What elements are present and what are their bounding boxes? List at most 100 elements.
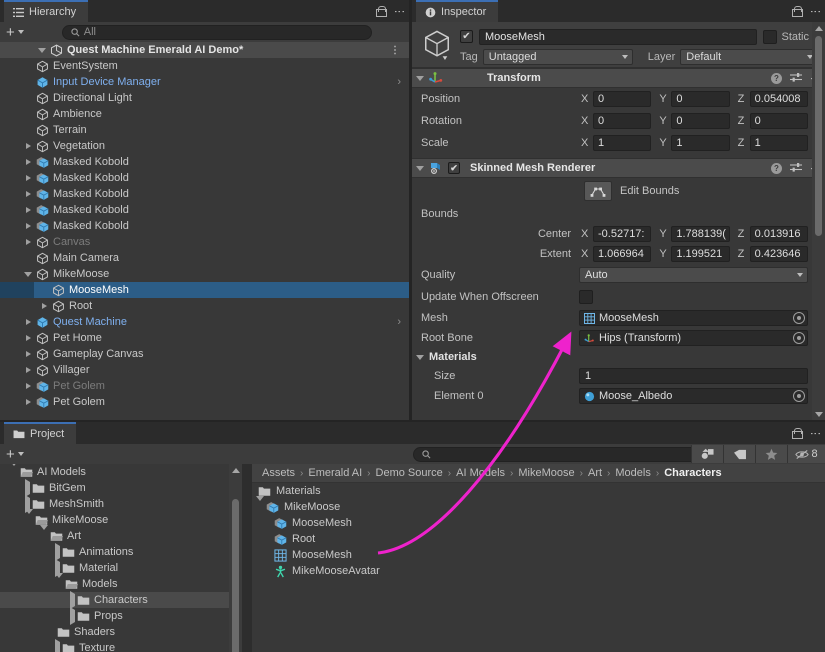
asset-label-icon[interactable] [691, 445, 723, 463]
scroll-up-icon[interactable] [814, 25, 823, 31]
tab-hierarchy[interactable]: Hierarchy [4, 0, 89, 22]
project-add-button[interactable]: + [0, 447, 24, 462]
element0-picker-icon[interactable] [793, 390, 805, 402]
chevron-right-icon[interactable] [25, 191, 31, 197]
foldout[interactable] [22, 367, 34, 373]
axis-z-field[interactable]: 0.054008 [749, 91, 808, 107]
chevron-down-icon[interactable] [10, 464, 18, 478]
chevron-down-icon[interactable] [40, 525, 48, 542]
chevron-down-icon[interactable] [25, 509, 33, 526]
foldout[interactable] [22, 159, 34, 165]
breadcrumb[interactable]: Assets › Emerald AI › Demo Source › AI Models ›… [252, 464, 825, 483]
hierarchy-row[interactable]: Masked Kobold [0, 154, 409, 170]
hierarchy-row[interactable]: EventSystem [0, 58, 409, 74]
breadcrumb-item[interactable]: Assets [262, 467, 295, 479]
breadcrumb-item[interactable]: Emerald AI [308, 467, 362, 479]
chevron-right-icon[interactable] [25, 367, 31, 373]
scene-menu-icon[interactable]: ⋮ [390, 45, 400, 56]
foldout[interactable] [22, 399, 34, 405]
project-folder-tree[interactable]: AI Models BitGem MeshSmith MikeMoose Art Anim… [0, 464, 242, 652]
chevron-right-icon[interactable] [25, 143, 31, 149]
breadcrumb-item[interactable]: AI Models [456, 467, 505, 479]
axis-z-field[interactable]: 0 [749, 113, 808, 129]
chevron-down-icon[interactable] [38, 47, 46, 53]
project-menu-icon[interactable]: ⋮ [809, 428, 821, 439]
project-tree-row[interactable]: Material [0, 559, 242, 577]
mesh-picker-icon[interactable] [793, 312, 805, 324]
project-tree-row[interactable]: AI Models [0, 464, 242, 480]
axis-x-field[interactable]: -0.52717: [593, 226, 652, 242]
project-content-row[interactable]: MooseMesh [252, 547, 825, 563]
hierarchy-row[interactable]: Main Camera [0, 250, 409, 266]
chevron-right-icon[interactable] [25, 335, 31, 341]
axis-z-field[interactable]: 0.423646 [749, 246, 808, 262]
project-contents-list[interactable]: Materials MikeMoose MooseMesh Root MooseMesh… [252, 483, 825, 579]
hierarchy-row[interactable]: Masked Kobold [0, 186, 409, 202]
breadcrumb-item[interactable]: Demo Source [376, 467, 443, 479]
project-tree-scrollbar-thumb[interactable] [232, 499, 239, 652]
chevron-right-icon[interactable] [25, 239, 31, 245]
foldout[interactable] [22, 271, 34, 277]
axis-z-field[interactable]: 1 [749, 135, 808, 151]
hierarchy-menu-icon[interactable]: ⋮ [393, 6, 405, 17]
project-tree-row[interactable]: MikeMoose [0, 509, 242, 528]
hierarchy-row[interactable]: Villager [0, 362, 409, 378]
hierarchy-row[interactable]: Pet Golem [0, 378, 409, 394]
hierarchy-row[interactable]: Masked Kobold [0, 218, 409, 234]
project-content-row[interactable]: Materials [252, 483, 825, 499]
chevron-right-icon[interactable] [25, 175, 31, 181]
open-prefab-chevron-icon[interactable]: › [397, 76, 401, 88]
hierarchy-scene-row[interactable]: Quest Machine Emerald AI Demo* ⋮ [0, 42, 409, 58]
root-bone-picker-icon[interactable] [793, 332, 805, 344]
hierarchy-row[interactable]: Quest Machine › [0, 314, 409, 330]
mesh-object-field[interactable]: MooseMesh [579, 310, 808, 326]
inspector-menu-icon[interactable]: ⋮ [809, 6, 821, 17]
quality-dropdown[interactable]: Auto [579, 267, 808, 283]
foldout[interactable] [10, 464, 18, 478]
chevron-down-icon[interactable] [416, 75, 424, 81]
panel-divider-vertical[interactable] [409, 0, 412, 420]
materials-section-header[interactable]: Materials [412, 348, 825, 366]
inspector-scrollbar-thumb[interactable] [815, 36, 822, 236]
gameobject-name-field[interactable]: MooseMesh [479, 28, 758, 45]
hierarchy-search-input[interactable]: All [61, 24, 372, 40]
foldout[interactable] [22, 175, 34, 181]
breadcrumb-item[interactable]: Art [588, 467, 602, 479]
settings-sliders-icon[interactable] [790, 72, 802, 84]
lock-icon[interactable] [792, 5, 803, 17]
scroll-up-icon[interactable] [231, 467, 240, 473]
gameobject-enabled-checkbox[interactable]: ✔ [460, 30, 473, 43]
skinned-mesh-renderer-enabled-checkbox[interactable]: ✔ [448, 162, 460, 174]
foldout[interactable] [22, 143, 34, 149]
hierarchy-row[interactable]: Canvas [0, 234, 409, 250]
scroll-down-icon[interactable] [814, 411, 823, 417]
project-content-row[interactable]: MikeMoose [252, 496, 825, 515]
chevron-down-icon[interactable] [55, 573, 63, 590]
project-tree-row[interactable]: MeshSmith [0, 495, 242, 513]
chevron-down-icon[interactable] [24, 271, 32, 277]
tab-project[interactable]: Project [4, 422, 77, 444]
axis-x-field[interactable]: 0 [593, 113, 652, 129]
project-tree-row[interactable]: Models [0, 573, 242, 592]
project-tree-row[interactable]: BitGem [0, 479, 242, 497]
open-prefab-chevron-icon[interactable]: › [397, 316, 401, 328]
hierarchy-row[interactable]: Root [0, 298, 409, 314]
project-content-row[interactable]: Root [252, 531, 825, 547]
axis-x-field[interactable]: 1.066964 [593, 246, 652, 262]
settings-sliders-icon[interactable] [790, 162, 802, 174]
chevron-right-icon[interactable] [25, 351, 31, 357]
project-tree-row[interactable]: Shaders [0, 624, 242, 640]
lock-icon[interactable] [792, 427, 803, 439]
hierarchy-row[interactable]: Pet Golem [0, 394, 409, 410]
tab-inspector[interactable]: Inspector [416, 0, 499, 22]
foldout[interactable] [22, 207, 34, 213]
chevron-right-icon[interactable] [25, 319, 31, 325]
transform-component-header[interactable]: Transform ? ⋮ [412, 68, 825, 88]
foldout[interactable] [22, 351, 34, 357]
foldout[interactable] [22, 383, 34, 389]
hierarchy-tree[interactable]: Quest Machine Emerald AI Demo* ⋮ EventSy… [0, 42, 409, 420]
chevron-down-icon[interactable] [256, 496, 264, 513]
tag-dropdown[interactable]: Untagged [482, 49, 633, 65]
breadcrumb-item[interactable]: Characters [664, 467, 721, 479]
element0-object-field[interactable]: Moose_Albedo [579, 388, 808, 404]
